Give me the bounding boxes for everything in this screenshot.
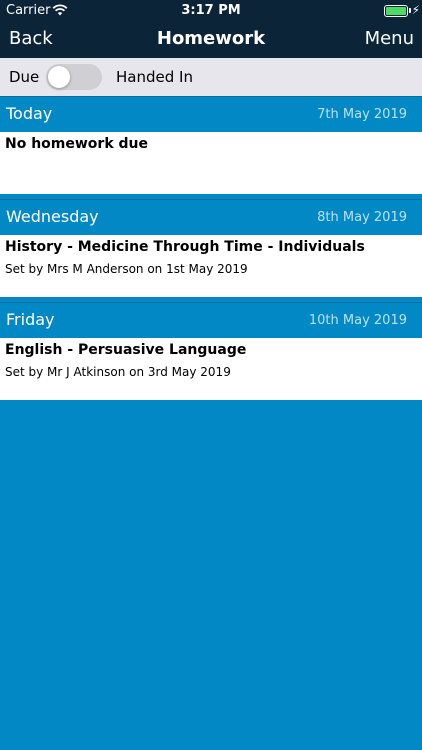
homework-title: English - Persuasive Language bbox=[5, 342, 247, 358]
clock: 3:17 PM bbox=[181, 3, 241, 18]
section-header: Wednesday 8th May 2019 bbox=[0, 199, 422, 235]
battery-fill bbox=[386, 7, 406, 15]
due-label: Due bbox=[9, 68, 40, 86]
handed-in-label: Handed In bbox=[116, 68, 193, 86]
page-title: Homework bbox=[156, 28, 266, 49]
menu-button[interactable]: Menu bbox=[365, 28, 414, 49]
section-wednesday: Wednesday 8th May 2019 History - Medicin… bbox=[0, 199, 422, 297]
list-item[interactable]: English - Persuasive Language Set by Mr … bbox=[0, 338, 422, 400]
handed-in-toggle[interactable] bbox=[46, 64, 102, 90]
section-date: 10th May 2019 bbox=[308, 313, 407, 328]
section-day: Friday bbox=[6, 310, 55, 329]
list-item[interactable]: History - Medicine Through Time - Indivi… bbox=[0, 235, 422, 297]
nav-bar: Back Homework Menu bbox=[0, 22, 422, 58]
bolt-icon: ⚡ bbox=[411, 3, 420, 17]
toggle-knob bbox=[48, 66, 70, 88]
battery-icon bbox=[384, 5, 408, 17]
homework-subtitle: Set by Mr J Atkinson on 3rd May 2019 bbox=[5, 365, 231, 379]
section-header: Friday 10th May 2019 bbox=[0, 302, 422, 338]
section-friday: Friday 10th May 2019 English - Persuasiv… bbox=[0, 302, 422, 400]
section-date: 8th May 2019 bbox=[317, 210, 407, 225]
section-header: Today 7th May 2019 bbox=[0, 96, 422, 132]
section-day: Wednesday bbox=[6, 207, 99, 226]
homework-title: History - Medicine Through Time - Indivi… bbox=[5, 239, 365, 255]
list-item[interactable]: No homework due bbox=[0, 132, 422, 194]
homework-subtitle: Set by Mrs M Anderson on 1st May 2019 bbox=[5, 262, 248, 276]
status-bar: Carrier 3:17 PM ⚡ bbox=[0, 0, 422, 22]
section-day: Today bbox=[6, 104, 53, 123]
homework-title: No homework due bbox=[5, 136, 149, 152]
section-date: 7th May 2019 bbox=[317, 107, 407, 122]
filter-bar: Due Handed In bbox=[0, 58, 422, 96]
section-today: Today 7th May 2019 No homework due bbox=[0, 96, 422, 194]
